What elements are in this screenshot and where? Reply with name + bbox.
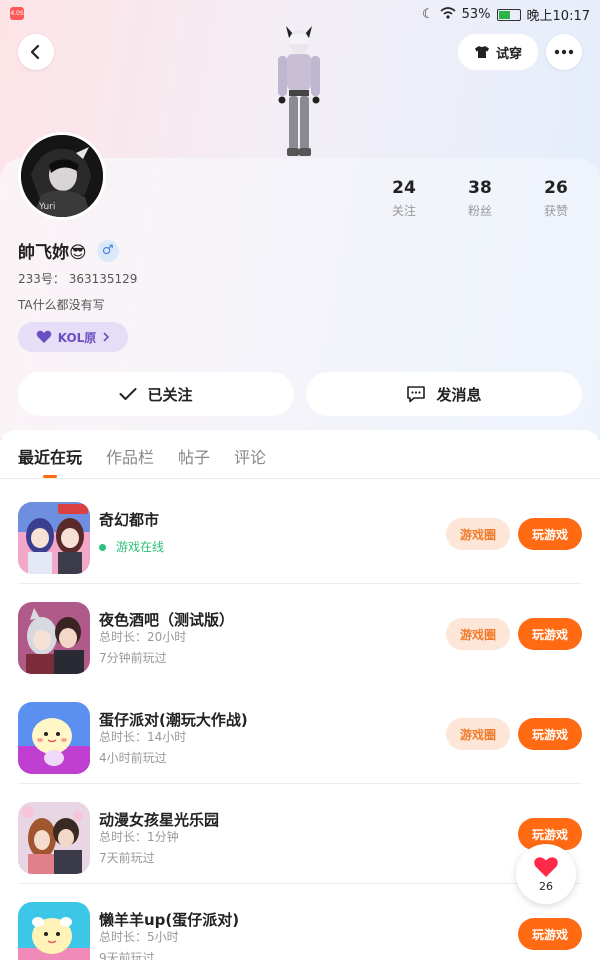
svg-text:Yuri: Yuri xyxy=(38,202,55,212)
game-online-status: 游戏在线 xyxy=(99,538,164,555)
battery-icon xyxy=(496,8,521,21)
male-gender-icon: ♂ xyxy=(96,239,119,262)
tab-works[interactable]: 作品栏 xyxy=(106,444,154,478)
send-message-button[interactable]: 发消息 xyxy=(306,372,582,416)
game-total-time: 总时长：14小时 xyxy=(99,730,187,744)
profile-name: 帥飞妳😎 xyxy=(18,243,87,263)
followed-button[interactable]: 已关注 xyxy=(18,372,294,416)
game-circle-button[interactable]: 游戏圈 xyxy=(446,618,510,650)
game-row[interactable]: 蛋仔派对(潮玩大作战) 总时长：14小时 4小时前玩过 游戏圈 玩游戏 xyxy=(0,684,600,784)
like-count: 26 xyxy=(539,879,553,893)
stat-fans-label: 粉丝 xyxy=(467,204,492,218)
stat-fans-value: 38 xyxy=(468,178,492,198)
play-game-button[interactable]: 玩游戏 xyxy=(518,518,582,550)
clock: 晚上10:17 xyxy=(526,9,590,24)
stat-fans[interactable]: 38 粉丝 xyxy=(450,178,510,219)
profile-tabs: 最近在玩 作品栏 帖子 评论 xyxy=(18,444,266,478)
try-on-label: 试穿 xyxy=(495,46,522,62)
game-total-time: 总时长：20小时 xyxy=(99,630,187,644)
game-last-played: 9天前玩过 xyxy=(99,951,155,960)
avatar-3d-figure[interactable] xyxy=(262,24,336,160)
game-last-played: 7分钟前玩过 xyxy=(99,651,167,665)
game-icon-qihuan[interactable] xyxy=(18,502,90,574)
chevron-left-icon xyxy=(30,45,40,59)
game-total-time: 总时长：1分钟 xyxy=(99,830,179,844)
heart-icon xyxy=(534,856,558,877)
game-title: 动漫女孩星光乐园 xyxy=(99,811,220,829)
game-icon-bar[interactable] xyxy=(18,602,90,674)
tabs-divider xyxy=(0,478,600,479)
bio-text: TA什么都没有写 xyxy=(18,298,105,312)
game-title: 夜色酒吧（测试版） xyxy=(99,611,235,629)
chevron-right-icon xyxy=(103,332,110,342)
game-icon-lazy-sheep[interactable] xyxy=(18,902,90,960)
game-last-played: 4小时前玩过 xyxy=(99,751,167,765)
stat-likes-label: 获赞 xyxy=(543,204,568,218)
stat-following-label: 关注 xyxy=(391,204,416,218)
heart-badge-icon xyxy=(36,330,51,343)
tab-posts[interactable]: 帖子 xyxy=(178,444,210,478)
try-on-button[interactable]: 试穿 xyxy=(458,34,538,70)
send-message-label: 发消息 xyxy=(436,385,482,404)
avatar[interactable]: Yuri xyxy=(18,132,106,220)
battery-percent: 53% xyxy=(461,7,491,22)
more-dots-icon xyxy=(554,49,574,55)
game-total-time: 总时长：5小时 xyxy=(99,930,179,944)
play-game-button[interactable]: 玩游戏 xyxy=(518,718,582,750)
more-button[interactable] xyxy=(546,34,582,70)
game-row[interactable]: 夜色酒吧（测试版） 总时长：20小时 7分钟前玩过 游戏圈 玩游戏 xyxy=(0,584,600,684)
wifi-icon xyxy=(440,6,456,23)
game-row[interactable]: 懒羊羊up(蛋仔派对) 总时长：5小时 9天前玩过 玩游戏 xyxy=(0,884,600,960)
play-game-button[interactable]: 玩游戏 xyxy=(518,918,582,950)
game-row[interactable]: 奇幻都市 游戏在线 游戏圈 玩游戏 xyxy=(0,484,600,584)
game-last-played: 7天前玩过 xyxy=(99,851,155,865)
followed-label: 已关注 xyxy=(147,385,193,404)
stat-likes-value: 26 xyxy=(544,178,568,198)
game-title: 奇幻都市 xyxy=(99,511,160,529)
game-icon-eggy-party[interactable] xyxy=(18,702,90,774)
tab-comments[interactable]: 评论 xyxy=(234,444,266,478)
check-icon xyxy=(119,388,137,400)
play-game-button[interactable]: 玩游戏 xyxy=(518,618,582,650)
back-button[interactable] xyxy=(18,34,54,70)
user-id[interactable]: 233号： 363135129 xyxy=(18,270,137,287)
tab-recently-played[interactable]: 最近在玩 xyxy=(18,444,82,478)
game-circle-button[interactable]: 游戏圈 xyxy=(446,718,510,750)
app-notification-icon: 4.0S xyxy=(10,7,24,20)
profile-name-row: 帥飞妳😎 ♂ xyxy=(18,238,119,263)
message-icon xyxy=(407,386,426,403)
stat-following[interactable]: 24 关注 xyxy=(374,178,434,219)
game-title: 懒羊羊up(蛋仔派对) xyxy=(99,911,240,929)
stat-likes[interactable]: 26 获赞 xyxy=(526,178,586,219)
game-title: 蛋仔派对(潮玩大作战) xyxy=(99,711,248,729)
game-row[interactable]: 动漫女孩星光乐园 总时长：1分钟 7天前玩过 玩游戏 xyxy=(0,784,600,884)
stat-following-value: 24 xyxy=(392,178,416,198)
game-icon-anime-girl[interactable] xyxy=(18,802,90,874)
like-floating-button[interactable]: 26 xyxy=(516,844,576,904)
kol-badge-button[interactable]: KOL原 xyxy=(18,322,128,352)
game-circle-button[interactable]: 游戏圈 xyxy=(446,518,510,550)
moon-icon: ☾ xyxy=(421,7,434,22)
tshirt-icon xyxy=(474,46,489,58)
kol-label: KOL原 xyxy=(57,330,97,345)
